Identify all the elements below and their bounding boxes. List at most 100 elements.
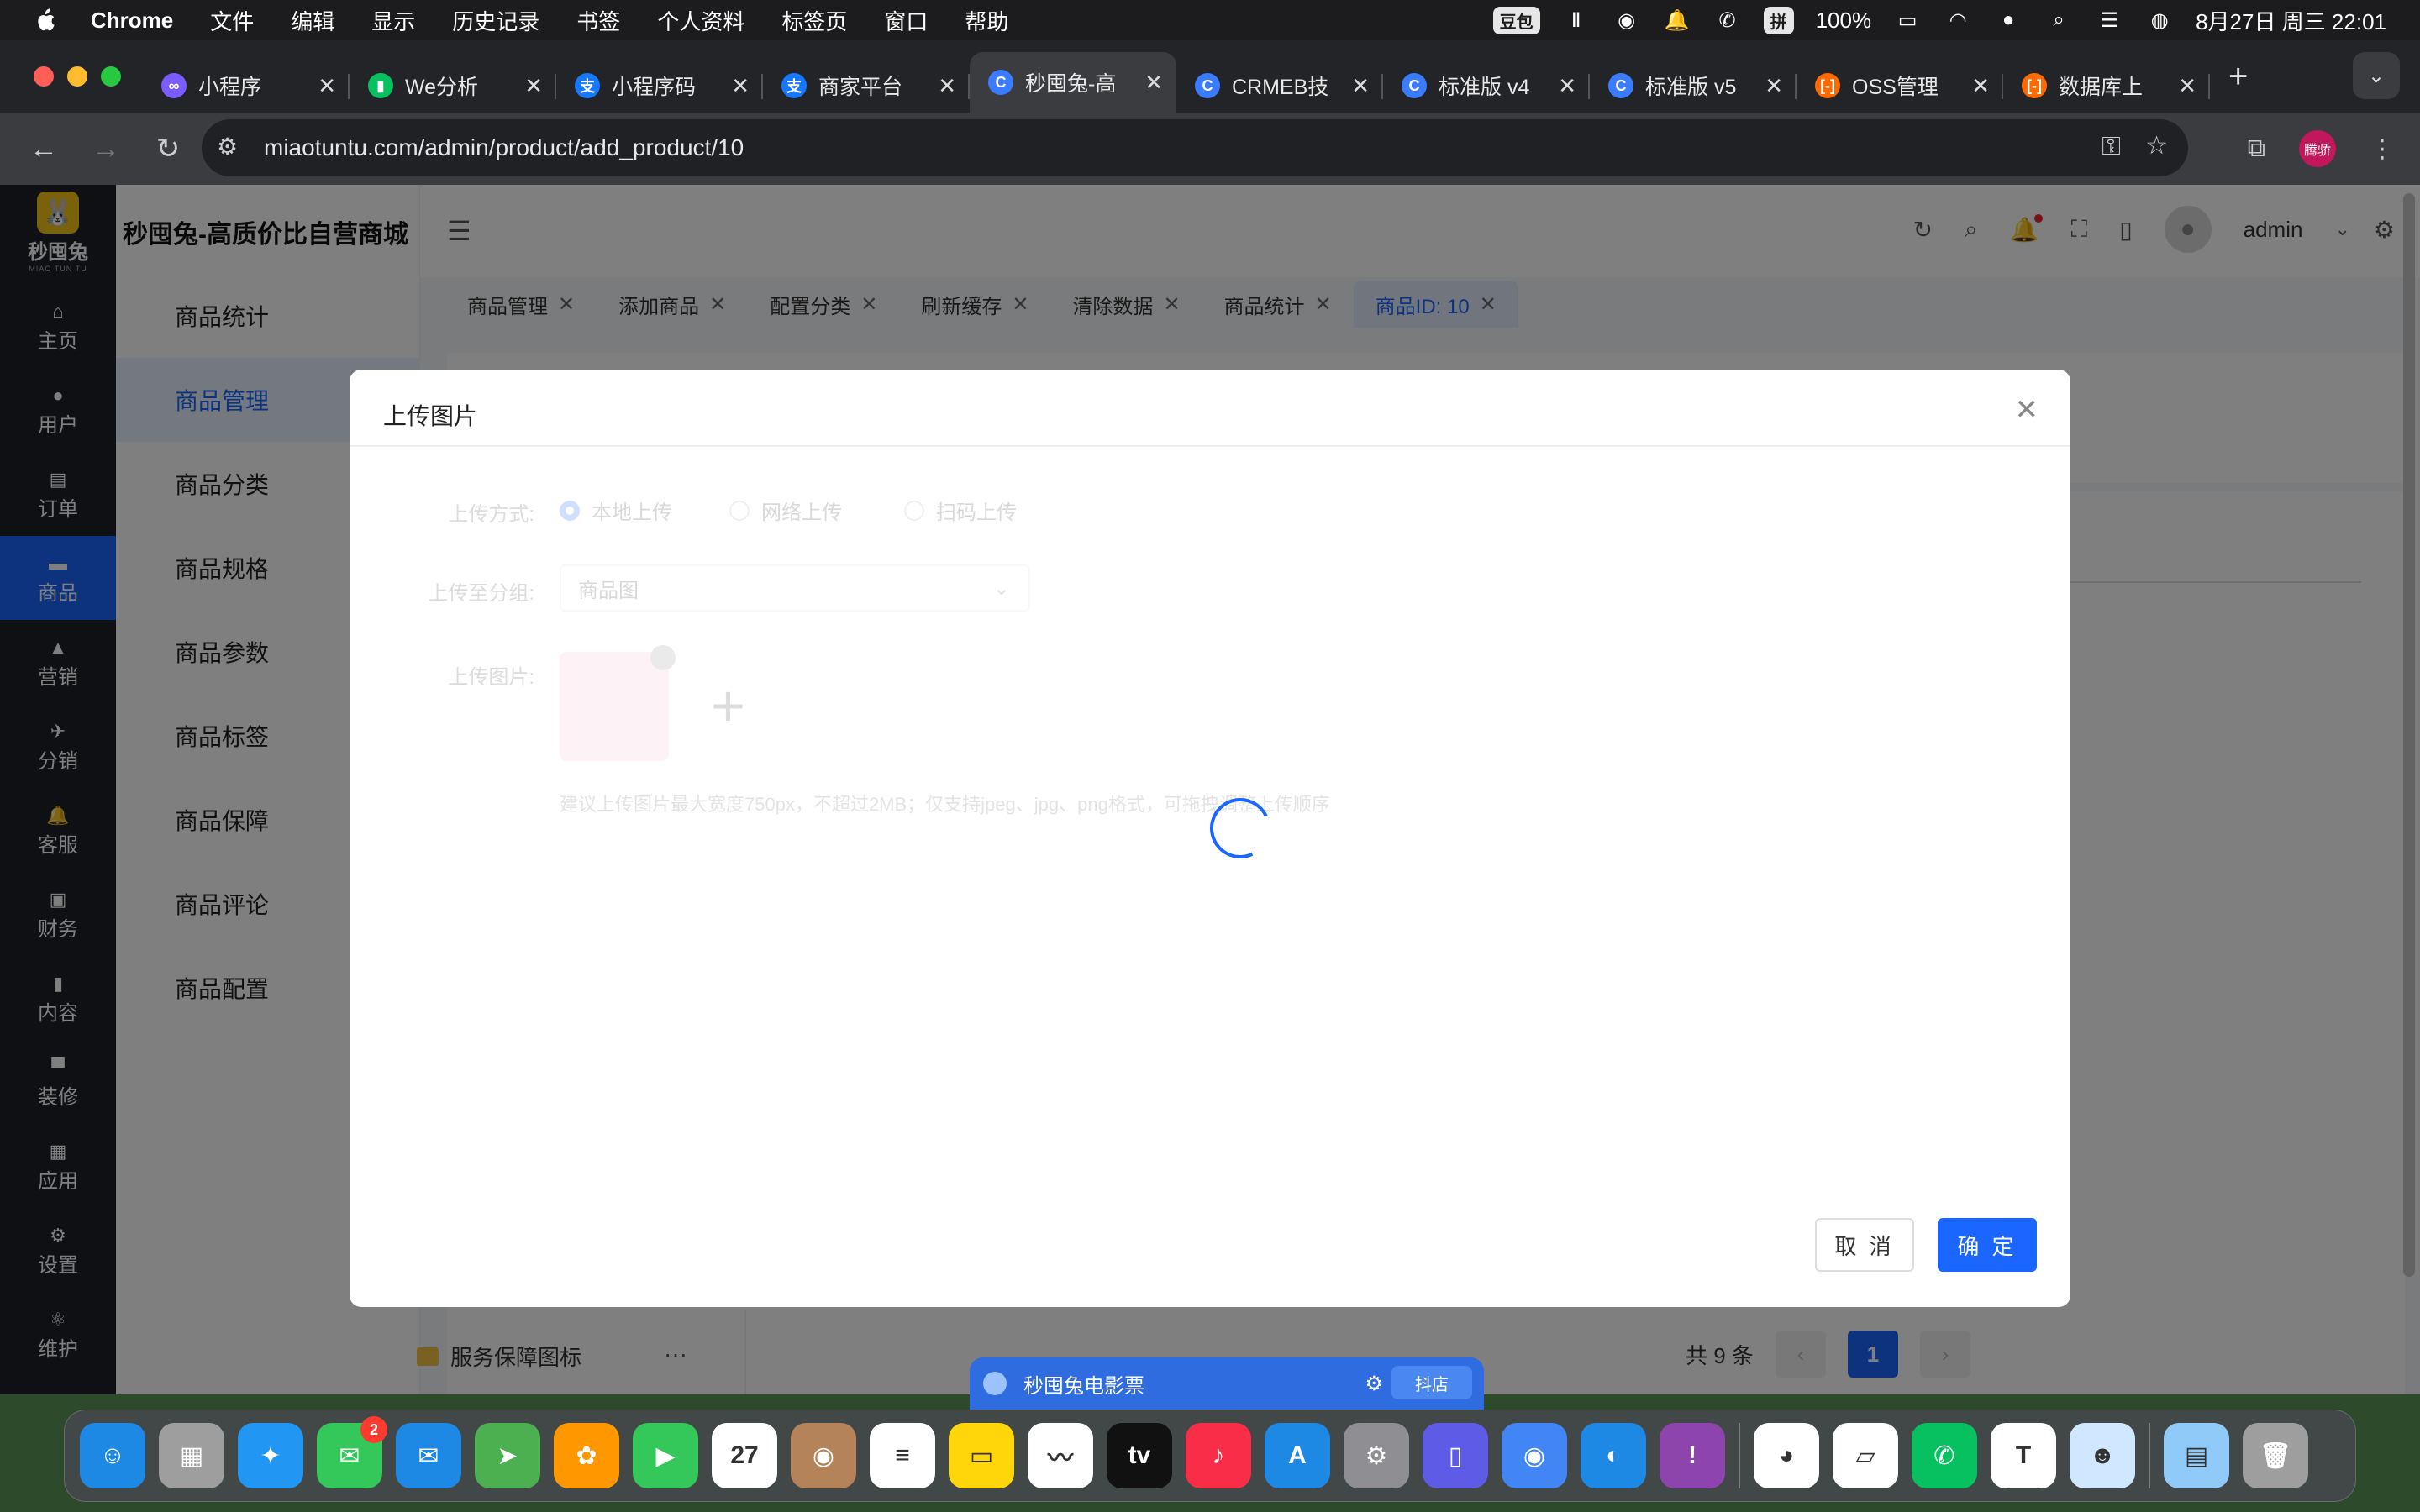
dock-chrome-icon[interactable]: ◉ xyxy=(1502,1423,1567,1488)
dock-mail-icon[interactable]: ✉ xyxy=(396,1423,461,1488)
dock-avatar-app-icon[interactable]: ☻ xyxy=(2070,1423,2135,1488)
chrome-menu-icon[interactable]: ⋮ xyxy=(2370,134,2395,164)
dock-wechat-icon[interactable]: ✆ xyxy=(1912,1423,1977,1488)
menubar-clock[interactable]: 8月27日 周三 22:01 xyxy=(2196,5,2386,36)
dock-freeform-icon[interactable]: 〰 xyxy=(1028,1423,1093,1488)
confirm-button[interactable]: 确 定 xyxy=(1938,1218,2037,1272)
floating-notification-bar[interactable]: 秒囤兔电影票 ⚙ 抖店 xyxy=(970,1357,1484,1410)
tab-close-icon[interactable]: ✕ xyxy=(524,73,543,99)
browser-tab[interactable]: C 标准版 v5 ✕ xyxy=(1590,59,1797,113)
tab-close-icon[interactable]: ✕ xyxy=(1765,73,1783,99)
settings-icon[interactable]: ⚙ xyxy=(1365,1372,1383,1396)
menu-history[interactable]: 历史记录 xyxy=(452,5,539,36)
browser-tab[interactable]: [-] 数据库上 ✕ xyxy=(2003,59,2210,113)
tab-close-icon[interactable]: ✕ xyxy=(318,73,336,99)
doudian-badge[interactable]: 抖店 xyxy=(1392,1366,1472,1399)
user-status-icon[interactable]: ● xyxy=(1994,8,2023,33)
browser-tab[interactable]: C CRMEB技 ✕ xyxy=(1176,59,1383,113)
menu-view[interactable]: 显示 xyxy=(371,5,415,36)
dock-finder-icon[interactable]: ☺ xyxy=(80,1423,145,1488)
dock-notes-icon[interactable]: ▭ xyxy=(949,1423,1014,1488)
doudian-status-icon[interactable]: Ⅱ xyxy=(1562,8,1591,33)
dock-tv-icon[interactable]: tv xyxy=(1107,1423,1172,1488)
menu-profiles[interactable]: 个人资料 xyxy=(657,5,744,36)
forward-icon[interactable]: → xyxy=(87,133,124,165)
browser-tab[interactable]: [-] OSS管理 ✕ xyxy=(1797,59,2003,113)
dock-feedback-icon[interactable]: ! xyxy=(1660,1423,1725,1488)
browser-tab[interactable]: ▮ We分析 ✕ xyxy=(350,59,556,113)
menu-help[interactable]: 帮助 xyxy=(965,5,1008,36)
close-window-button[interactable] xyxy=(34,66,54,87)
back-icon[interactable]: ← xyxy=(25,133,62,165)
group-select[interactable]: 商品图 ⌄ xyxy=(560,564,1030,612)
dock-doudian-icon[interactable]: ▱ xyxy=(1833,1423,1898,1488)
dock-maps-icon[interactable]: ➤ xyxy=(475,1423,540,1488)
menu-edit[interactable]: 编辑 xyxy=(291,5,334,36)
tab-close-icon[interactable]: ✕ xyxy=(1351,73,1370,99)
spotlight-icon[interactable]: ⌕ xyxy=(2044,8,2073,33)
browser-tab[interactable]: 支商家平台 ✕ xyxy=(763,59,970,113)
doubao-status-item[interactable]: 豆包 xyxy=(1492,6,1540,34)
zoom-window-button[interactable] xyxy=(101,66,121,87)
dock-iphone-mirroring-icon[interactable]: ▯ xyxy=(1423,1423,1488,1488)
tab-search-icon[interactable]: ⌄ xyxy=(2353,52,2400,99)
tab-close-icon[interactable]: ✕ xyxy=(731,73,750,99)
menu-bookmarks[interactable]: 书签 xyxy=(576,5,620,36)
tab-close-icon[interactable]: ✕ xyxy=(1558,73,1576,99)
dock-music-icon[interactable]: ♪ xyxy=(1186,1423,1251,1488)
tab-close-icon[interactable]: ✕ xyxy=(1144,70,1163,96)
extensions-icon[interactable]: ⧉ xyxy=(2248,134,2265,163)
radio-scan-upload[interactable]: 扫码上传 xyxy=(904,496,1017,525)
battery-icon[interactable]: ▭ xyxy=(1893,8,1922,33)
new-tab-icon[interactable]: + xyxy=(2228,58,2248,96)
menu-window[interactable]: 窗口 xyxy=(884,5,928,36)
menubar-app-name[interactable]: Chrome xyxy=(91,8,173,34)
dock-tencent-meeting-icon[interactable]: T xyxy=(1991,1423,2056,1488)
url-text[interactable]: miaotuntu.com/admin/product/add_product/… xyxy=(264,134,744,161)
minimize-window-button[interactable] xyxy=(67,66,87,87)
dock-launchpad-icon[interactable]: ▦ xyxy=(159,1423,224,1488)
wifi-icon[interactable]: ◠ xyxy=(1944,8,1972,33)
radio-network-upload[interactable]: 网络上传 xyxy=(729,496,842,525)
tab-close-icon[interactable]: ✕ xyxy=(1971,73,1990,99)
tab-close-icon[interactable]: ✕ xyxy=(2178,73,2196,99)
dock-app-store-icon[interactable]: A xyxy=(1265,1423,1330,1488)
bookmark-star-icon[interactable]: ☆ xyxy=(2145,131,2168,160)
dock-messages-icon[interactable]: ✉ 2 xyxy=(317,1416,387,1488)
dock-facetime-icon[interactable]: ▶ xyxy=(633,1423,698,1488)
dock-reminders-icon[interactable]: ≡ xyxy=(870,1423,935,1488)
remove-image-icon[interactable] xyxy=(650,645,676,670)
menu-tabs[interactable]: 标签页 xyxy=(781,5,847,36)
site-info-icon[interactable]: ⚙ xyxy=(217,133,238,160)
browser-tab[interactable]: 支小程序码 ✕ xyxy=(556,59,763,113)
dock-calendar-icon[interactable]: 27 xyxy=(712,1423,777,1488)
address-bar[interactable]: ⚙ miaotuntu.com/admin/product/add_produc… xyxy=(202,119,2188,176)
wechat-status-icon[interactable]: ✆ xyxy=(1713,8,1742,33)
dock-contacts-icon[interactable]: ◉ xyxy=(791,1423,856,1488)
radio-local-upload[interactable]: 本地上传 xyxy=(560,496,672,525)
dock-browser-icon[interactable]: ◐ xyxy=(1581,1423,1646,1488)
cancel-button[interactable]: 取 消 xyxy=(1815,1218,1914,1272)
dock-system-settings-icon[interactable]: ⚙ xyxy=(1344,1423,1409,1488)
dock-preview-icon[interactable]: ▤ xyxy=(2164,1423,2229,1488)
bell-status-icon[interactable]: 🔔 xyxy=(1663,8,1691,33)
browser-tab[interactable]: C 秒囤兔-高 ✕ xyxy=(970,52,1176,113)
browser-tab[interactable]: ∞ 小程序 ✕ xyxy=(143,59,350,113)
password-key-icon[interactable]: ⚿ xyxy=(2102,133,2121,161)
control-center-icon[interactable]: ☰ xyxy=(2095,8,2123,33)
siri-icon[interactable]: ◍ xyxy=(2145,8,2174,33)
dock-safari-icon[interactable]: ✦ xyxy=(238,1423,303,1488)
tab-close-icon[interactable]: ✕ xyxy=(938,73,956,99)
browser-tab[interactable]: C 标准版 v4 ✕ xyxy=(1383,59,1590,113)
record-status-icon[interactable]: ◉ xyxy=(1612,8,1641,33)
add-image-icon[interactable]: + xyxy=(711,672,745,739)
input-method-status-item[interactable]: 拼 xyxy=(1763,6,1794,34)
dock-qq-icon[interactable]: ◕ xyxy=(1754,1423,1819,1488)
reload-icon[interactable]: ↻ xyxy=(150,132,187,165)
profile-avatar[interactable]: 腾骄 xyxy=(2299,130,2336,167)
uploaded-image-thumbnail[interactable] xyxy=(560,645,676,761)
dock-photos-icon[interactable]: ✿ xyxy=(554,1423,619,1488)
apple-icon[interactable] xyxy=(34,7,59,34)
dock-trash-icon[interactable]: 🗑 xyxy=(2243,1423,2308,1488)
menu-file[interactable]: 文件 xyxy=(210,5,254,36)
